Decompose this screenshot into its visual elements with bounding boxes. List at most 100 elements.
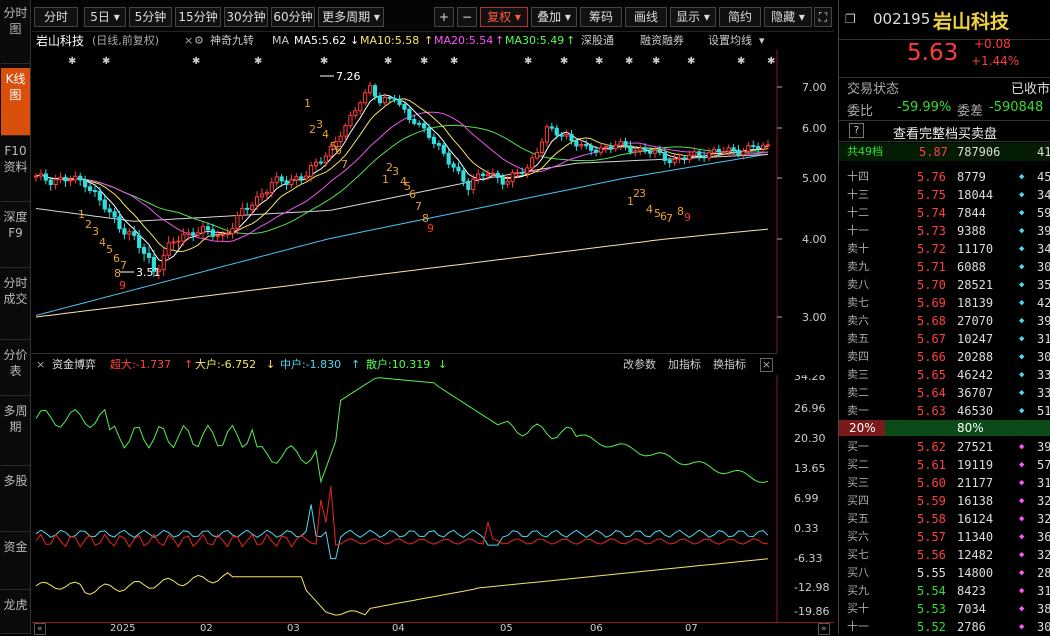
period-30min-button[interactable]: 30分钟 xyxy=(224,7,268,27)
sell-row[interactable]: 卖四 5.66 20288 30 ◆ xyxy=(839,348,1050,366)
buy-row[interactable]: 买三 5.60 21177 31 ◆ xyxy=(839,474,1050,492)
sell-row[interactable]: 卖一 5.63 46530 51 ◆ xyxy=(839,402,1050,420)
buy-row[interactable]: 十一 5.52 2786 30 ◆ xyxy=(839,618,1050,636)
sell-row[interactable]: 十一 5.73 9388 39 ◆ xyxy=(839,222,1050,240)
full-book-row[interactable]: ? 查看完整档买卖盘 xyxy=(839,120,1050,142)
buy-row[interactable]: 买五 5.58 16124 32 ◆ xyxy=(839,510,1050,528)
buy-row[interactable]: 买八 5.55 14800 28 ◆ xyxy=(839,564,1050,582)
fullscreen-icon[interactable]: ⛶ xyxy=(814,7,832,27)
period-5min-button[interactable]: 5分钟 xyxy=(129,7,172,27)
scroll-right-icon[interactable]: » xyxy=(818,623,830,635)
candle-body xyxy=(682,157,687,160)
indicator-name[interactable]: 资金博弈 xyxy=(52,354,96,376)
tab-multi-period[interactable]: 多周期 xyxy=(1,400,30,466)
event-marker-icon[interactable]: ✱ xyxy=(450,56,458,67)
period-timeshare-button[interactable]: 分时 xyxy=(34,7,78,27)
more-periods-button[interactable]: 更多周期 ▾ xyxy=(318,7,384,27)
simple-button[interactable]: 简约 xyxy=(719,7,761,27)
event-marker-icon[interactable]: ✱ xyxy=(767,56,775,67)
buy-row[interactable]: 买四 5.59 16138 32 ◆ xyxy=(839,492,1050,510)
close-icon[interactable]: × xyxy=(184,32,193,50)
kline-chart[interactable]: ✱ ✱ ✱ ✱ ✱ ✱ ✱ ✱ ✱ ✱ ✱ ✱ ✱ ✱ ✱ ✱ 12345678912 3456712 34567… xyxy=(32,50,834,353)
event-marker-icon[interactable]: ✱ xyxy=(737,56,745,67)
sell-row[interactable]: 卖七 5.69 18139 42 ◆ xyxy=(839,294,1050,312)
tab-timeshare[interactable]: 分时图 xyxy=(1,2,30,64)
event-marker-icon[interactable]: ✱ xyxy=(192,56,200,67)
change-params-button[interactable]: 改参数 xyxy=(623,354,656,376)
hide-button[interactable]: 隐藏 ▾ xyxy=(764,7,812,27)
sell-row[interactable]: 卖十 5.72 11170 34 ◆ xyxy=(839,240,1050,258)
ratio-label: 委比 xyxy=(847,104,874,119)
tab-dragon-tiger[interactable]: 龙虎 xyxy=(1,594,30,634)
northbound-label[interactable]: 深股通 xyxy=(581,32,614,50)
sell-row[interactable]: 卖五 5.67 10247 31 ◆ xyxy=(839,330,1050,348)
period-5day-button[interactable]: 5日 ▾ xyxy=(84,7,126,27)
event-marker-icon[interactable]: ✱ xyxy=(384,56,392,67)
candle-body xyxy=(505,181,510,185)
event-marker-icon[interactable]: ✱ xyxy=(102,56,110,67)
tab-depth[interactable]: 深度F9 xyxy=(1,206,30,268)
sell-row[interactable]: 卖六 5.68 27070 39 ◆ xyxy=(839,312,1050,330)
sell-row[interactable]: 十三 5.75 18044 34 ◆ xyxy=(839,186,1050,204)
sell-row[interactable]: 十二 5.74 7844 59 ◆ xyxy=(839,204,1050,222)
draw-button[interactable]: 画线 xyxy=(625,7,667,27)
period-60min-button[interactable]: 60分钟 xyxy=(271,7,315,27)
zoom-out-button[interactable]: − xyxy=(457,7,477,27)
candle-body xyxy=(33,175,39,178)
event-marker-icon[interactable]: ✱ xyxy=(68,56,76,67)
sell-row[interactable]: 卖三 5.65 46242 33 ◆ xyxy=(839,366,1050,384)
tab-fund[interactable]: 资金 xyxy=(1,536,30,590)
add-indicator-button[interactable]: 加指标 xyxy=(668,354,701,376)
overlay-button[interactable]: 叠加 ▾ xyxy=(531,7,577,27)
candle-body xyxy=(117,216,122,230)
adjust-button[interactable]: 复权 ▾ xyxy=(480,7,528,27)
indicator-name[interactable]: 神奇九转 xyxy=(210,32,254,50)
buy-level-label: 买八 xyxy=(847,566,869,579)
nine-turn-label: 9 xyxy=(119,279,126,292)
buy-row[interactable]: 买九 5.54 8423 31 ◆ xyxy=(839,582,1050,600)
zoom-in-button[interactable]: + xyxy=(434,7,454,27)
event-marker-icon[interactable]: ✱ xyxy=(420,56,428,67)
ma20-value: MA20:5.54 xyxy=(434,34,494,47)
gear-icon[interactable]: ⚙ xyxy=(194,32,204,50)
fund-flow-chart[interactable]: 34.28 26.96 20.30 13.65 6.99 0.33 -6.33 … xyxy=(32,375,834,622)
tab-trades[interactable]: 分时成交 xyxy=(1,272,30,340)
event-marker-icon[interactable]: ✱ xyxy=(595,56,603,67)
period-15min-button[interactable]: 15分钟 xyxy=(175,7,221,27)
buy-row[interactable]: 买六 5.57 11340 36 ◆ xyxy=(839,528,1050,546)
tab-multi-stock[interactable]: 多股 xyxy=(1,470,30,532)
chips-button[interactable]: 筹码 xyxy=(580,7,622,27)
buy-row[interactable]: 买一 5.62 27521 39 ◆ xyxy=(839,438,1050,456)
close-icon[interactable]: × xyxy=(760,358,773,372)
sell-row[interactable]: 卖九 5.71 6088 30 ◆ xyxy=(839,258,1050,276)
tab-kline[interactable]: K线图 xyxy=(1,68,30,136)
event-marker-icon[interactable]: ✱ xyxy=(687,56,695,67)
tab-f10[interactable]: F10资料 xyxy=(1,140,30,202)
event-marker-icon[interactable]: ✱ xyxy=(560,56,568,67)
full-book-link[interactable]: 查看完整档买卖盘 xyxy=(893,123,997,142)
buy-row[interactable]: 买十 5.53 7034 38 ◆ xyxy=(839,600,1050,618)
sell-row[interactable]: 十四 5.76 8779 45 ◆ xyxy=(839,168,1050,186)
close-icon[interactable]: × xyxy=(36,354,45,376)
event-marker-icon[interactable]: ✱ xyxy=(524,56,532,67)
event-marker-icon[interactable]: ✱ xyxy=(320,56,328,67)
scroll-left-icon[interactable]: « xyxy=(34,623,46,635)
display-button[interactable]: 显示 ▾ xyxy=(670,7,716,27)
buy-row[interactable]: 买七 5.56 12482 32 ◆ xyxy=(839,546,1050,564)
sell-row[interactable]: 卖八 5.70 28521 35 ◆ xyxy=(839,276,1050,294)
tab-price-table[interactable]: 分价表 xyxy=(1,344,30,396)
event-marker-icon[interactable]: ✱ xyxy=(625,56,633,67)
margin-label[interactable]: 融资融券 xyxy=(640,32,684,50)
sell-row[interactable]: 卖二 5.64 36707 33 ◆ xyxy=(839,384,1050,402)
help-icon[interactable]: ? xyxy=(849,123,864,138)
ma-settings-button[interactable]: 设置均线 xyxy=(708,32,752,50)
candle-body xyxy=(377,95,382,104)
candle-body xyxy=(245,207,250,210)
buy-row[interactable]: 买二 5.61 19119 57 ◆ xyxy=(839,456,1050,474)
restore-icon[interactable]: ❐ xyxy=(845,12,856,26)
candle-body xyxy=(726,147,731,153)
more-periods-label: 更多周期 xyxy=(322,10,371,24)
event-marker-icon[interactable]: ✱ xyxy=(652,56,660,67)
event-marker-icon[interactable]: ✱ xyxy=(254,56,262,67)
switch-indicator-button[interactable]: 换指标 xyxy=(713,354,746,376)
